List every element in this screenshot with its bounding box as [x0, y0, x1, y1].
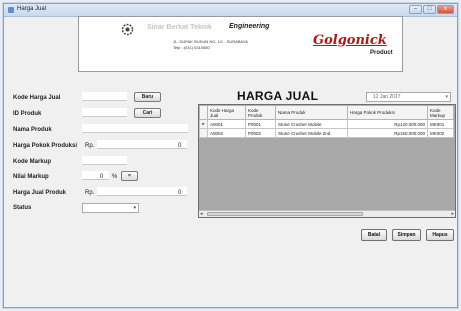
calendar-dropdown-icon[interactable]: ▾ [445, 93, 448, 101]
company-name: Sinar Berkat Teknik [147, 24, 212, 31]
nilai-markup-input[interactable] [82, 171, 109, 180]
kode-markup-label: Kode Markup [13, 159, 52, 165]
kode-harga-jual-label: Kode Harga Jual [13, 95, 61, 101]
column-header[interactable]: Kode Markup [427, 105, 454, 120]
row-header [199, 128, 208, 138]
grid-corner [199, 105, 208, 120]
close-button[interactable]: x [437, 5, 454, 14]
company-phone: Telp : (031) 5310080 [173, 45, 210, 50]
column-header[interactable]: Kode Produk [245, 105, 276, 120]
harga-jual-value: 0 [178, 190, 182, 196]
brand-subtitle: Product [370, 50, 393, 56]
maximize-button[interactable]: □ [423, 5, 436, 14]
brand-logo: Golgonick [313, 33, 387, 48]
kode-harga-jual-input[interactable] [82, 92, 127, 101]
scrollbar-thumb[interactable] [207, 212, 363, 216]
status-select[interactable]: ▾ [82, 203, 139, 213]
nilai-markup-value: 0 [100, 174, 104, 180]
percent-sign: % [112, 174, 118, 180]
table-cell[interactable]: Rp150.000.000 [347, 128, 428, 138]
chevron-down-icon: ▾ [133, 205, 136, 211]
table-cell[interactable]: A0002 [207, 128, 246, 138]
harga-jual-input[interactable] [97, 187, 187, 196]
status-label: Status [13, 205, 32, 211]
scroll-left-icon[interactable]: ◂ [200, 211, 203, 217]
table-cell[interactable]: MK001 [427, 119, 454, 129]
date-picker[interactable]: 12 Jan 2017 ▾ [366, 92, 451, 102]
date-value: 12 Jan 2017 [373, 94, 401, 100]
table-row[interactable]: A0002 P0002 Stone Crusher Mobile 2nd Rp1… [199, 128, 454, 138]
baru-button[interactable]: Baru [134, 92, 161, 102]
column-header[interactable]: Nama Produk [275, 105, 348, 120]
column-header[interactable]: Kode Harga Jual [207, 105, 246, 120]
hapus-button[interactable]: Hapus [426, 229, 454, 241]
company-header: Sinar Berkat Teknik Engineering JL. DUPA… [78, 16, 403, 72]
company-address: JL. DUPAK RUKUN NO. 1/1 - SURABAYA [173, 39, 248, 44]
company-tagline: Engineering [229, 23, 270, 30]
id-produk-label: ID Produk [13, 111, 42, 117]
batal-button[interactable]: Batal [361, 229, 387, 241]
window-title: Harga Jual [17, 6, 47, 12]
table-cell[interactable]: Stone Crusher Mobile [275, 119, 348, 129]
scroll-right-icon[interactable]: ▸ [451, 211, 454, 217]
id-produk-input[interactable] [82, 108, 127, 117]
harga-pokok-value: 0 [178, 143, 182, 149]
app-icon [8, 7, 14, 13]
table-cell[interactable]: P0001 [245, 119, 276, 129]
harga-pokok-input[interactable] [97, 140, 187, 149]
cari-button[interactable]: Cari [134, 108, 161, 118]
calculate-button[interactable]: = [121, 171, 138, 181]
table-cell[interactable]: Stone Crusher Mobile 2nd [275, 128, 348, 138]
table-cell[interactable]: MK002 [427, 128, 454, 138]
company-logo-icon [121, 23, 134, 36]
simpan-button[interactable]: Simpan [392, 229, 421, 241]
page-title: HARGA JUAL [237, 89, 319, 103]
harga-jual-produk-label: Harga Jual Produk [13, 190, 67, 196]
current-row-marker-icon: ▸ [199, 119, 208, 129]
table-cell[interactable]: Rp120.000.000 [347, 119, 428, 129]
nama-produk-input[interactable] [82, 124, 188, 133]
column-header[interactable]: Harga Pokok Produksi [347, 105, 428, 120]
nama-produk-label: Nama Produk [13, 127, 52, 133]
kode-markup-input[interactable] [82, 156, 127, 165]
table-cell[interactable]: A0001 [207, 119, 246, 129]
harga-pokok-label: Harga Pokok Produksi [13, 143, 78, 149]
table-cell[interactable]: P0002 [245, 128, 276, 138]
horizontal-scrollbar[interactable]: ◂ ▸ [199, 210, 455, 217]
harga-jual-grid[interactable]: Kode Harga Jual Kode Produk Nama Produk … [198, 104, 456, 218]
table-row[interactable]: ▸ A0001 P0001 Stone Crusher Mobile Rp120… [199, 119, 454, 129]
nilai-markup-label: Nilai Markup [13, 174, 49, 180]
harga-pokok-currency: Rp. [85, 143, 95, 149]
harga-jual-currency: Rp. [85, 190, 95, 196]
minimize-button[interactable]: – [409, 5, 422, 14]
